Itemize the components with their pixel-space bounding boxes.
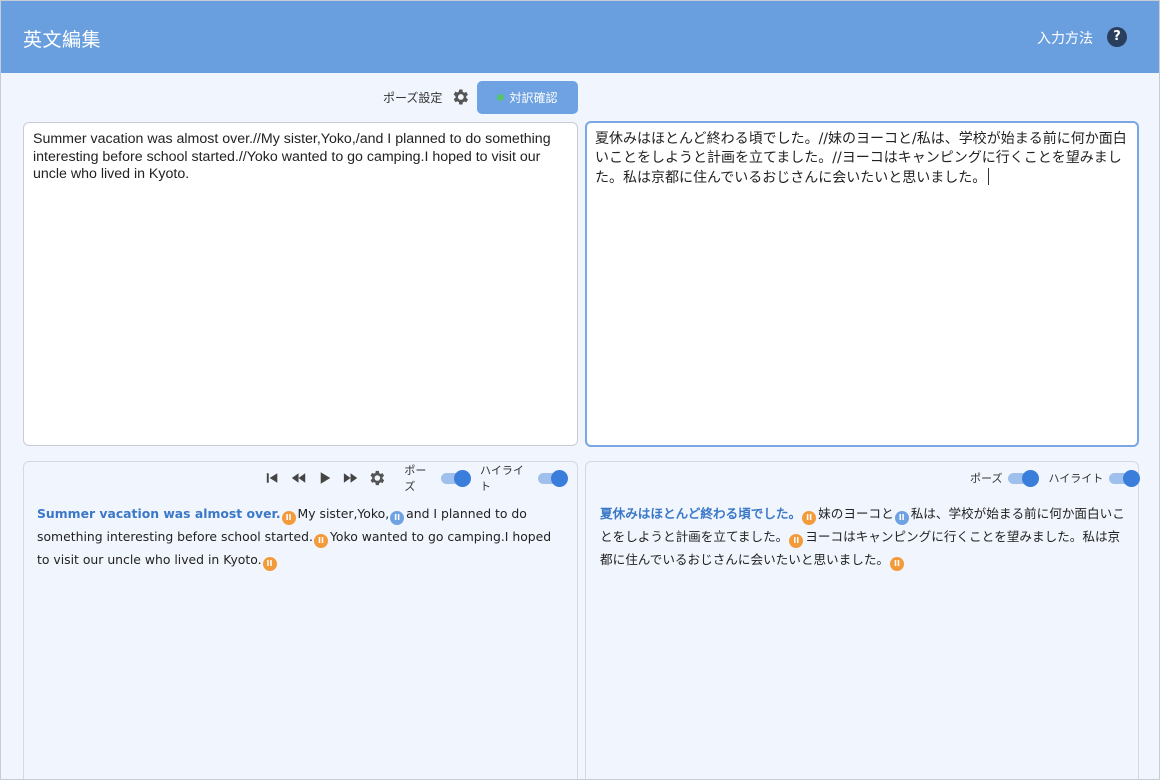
pause-toggle[interactable] [441, 469, 472, 487]
highlight-toggle-label: ハイライト [1048, 472, 1104, 485]
japanese-preview-panel: ポーズ ハイライト 夏休みはほとんど終わる頃でした。 II 妹のヨーコと II 私は、学… [585, 461, 1141, 779]
long-pause-marker: II [281, 511, 296, 525]
toggle-knob [551, 469, 568, 487]
toggle-knob [454, 469, 472, 487]
long-pause-marker: II [789, 534, 804, 548]
highlighted-segment[interactable]: Summer vacation was almost over. [37, 506, 281, 521]
toggle-controls: ポーズ ハイライト [970, 468, 1141, 488]
long-pause-marker: II [313, 534, 328, 548]
highlight-toggle[interactable] [538, 469, 568, 487]
page-title: 英文編集 [23, 29, 102, 51]
english-editor[interactable]: Summer vacation was almost over.//My sis… [23, 122, 578, 446]
highlight-toggle[interactable] [1109, 469, 1141, 487]
help-icon[interactable]: ? [1107, 27, 1127, 47]
toggle-knob [1123, 469, 1141, 487]
play-icon[interactable] [315, 470, 334, 486]
japanese-editor-text: 夏休みはほとんど終わる頃でした。//妹のヨーコと/私は、学校が始まる前に何か面白… [595, 131, 1127, 186]
bilingual-check-label: 対訳確認 [509, 91, 558, 105]
segment[interactable]: My sister,Yoko, [298, 506, 390, 521]
pause-settings-label: ポーズ設定 [383, 91, 443, 105]
pause-toggle-label: ポーズ [404, 464, 427, 493]
skip-start-icon[interactable] [263, 470, 282, 486]
rewind-icon[interactable] [289, 470, 308, 486]
input-method-link[interactable]: 入力方法 [1037, 28, 1093, 48]
highlight-toggle-label: ハイライト [480, 464, 524, 493]
app-header: 英文編集 入力方法 ? [1, 1, 1159, 73]
pause-toggle[interactable] [1008, 469, 1040, 487]
japanese-preview-text: 夏休みはほとんど終わる頃でした。 II 妹のヨーコと II 私は、学校が始まる前に何か面… [600, 502, 1125, 571]
playback-controls: ポーズ ハイライト [263, 464, 577, 493]
gear-icon[interactable] [367, 468, 386, 488]
bilingual-check-button[interactable]: 対訳確認 [477, 81, 578, 114]
status-dot [497, 94, 505, 101]
pause-toggle-label: ポーズ [970, 472, 1003, 485]
short-pause-marker: II [894, 511, 909, 525]
toggle-knob [1022, 469, 1040, 487]
fast-forward-icon[interactable] [341, 470, 360, 486]
text-caret [988, 168, 990, 185]
gear-icon[interactable] [450, 87, 470, 107]
long-pause-marker: II [802, 511, 817, 525]
long-pause-marker: II [262, 557, 277, 571]
segment[interactable]: 妹のヨーコと [818, 506, 894, 521]
english-preview-panel: ポーズ ハイライト Summer vacation was almost ove… [23, 461, 578, 779]
app-window: 英文編集 入力方法 ? ポーズ設定 対訳確認 Summer vacation w… [0, 0, 1160, 780]
japanese-editor[interactable]: 夏休みはほとんど終わる頃でした。//妹のヨーコと/私は、学校が始まる前に何か面白… [585, 121, 1139, 447]
highlighted-segment[interactable]: 夏休みはほとんど終わる頃でした。 [600, 506, 801, 521]
long-pause-marker: II [890, 557, 905, 571]
short-pause-marker: II [390, 511, 405, 525]
english-editor-text: Summer vacation was almost over.//My sis… [33, 131, 555, 182]
english-preview-text: Summer vacation was almost over. II My sis… [37, 502, 562, 571]
